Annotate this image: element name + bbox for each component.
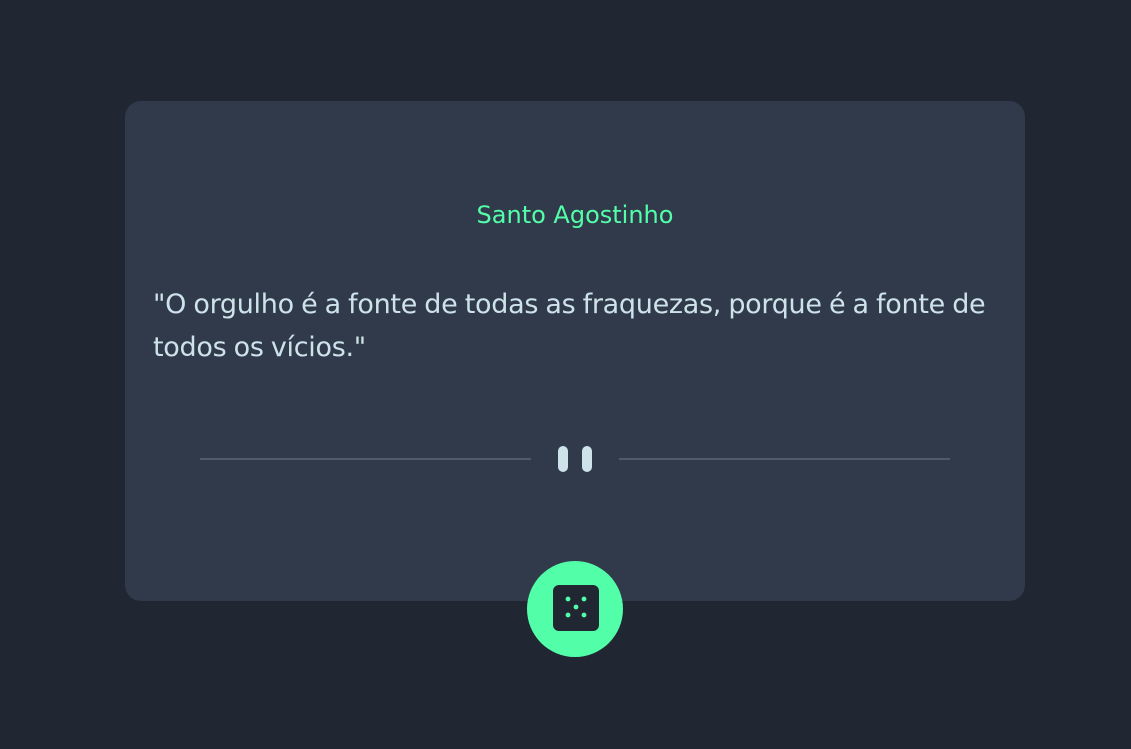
dice-icon [553,585,599,631]
advice-card: Santo Agostinho "O orgulho é a fonte de … [125,101,1025,601]
quote-author: Santo Agostinho [476,201,674,229]
random-quote-button[interactable] [527,561,623,657]
quote-text: "O orgulho é a fonte de todas as fraquez… [153,289,986,363]
pause-icon [558,446,592,472]
pattern-divider [200,441,950,477]
divider-line-left [200,458,531,460]
divider-line-right [619,458,950,460]
